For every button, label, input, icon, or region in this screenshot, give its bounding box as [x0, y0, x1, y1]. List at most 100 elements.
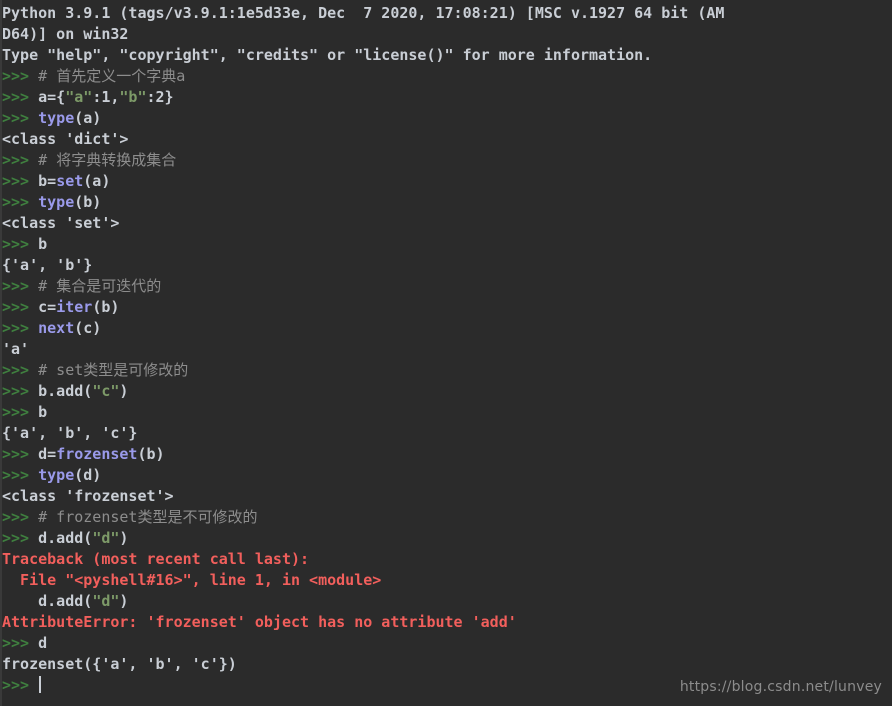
token-prompt: >>> [2, 109, 30, 127]
token-prompt: >>> [2, 466, 30, 484]
shell-line-out-frozenval: frozenset({'a', 'b', 'c'}) [2, 654, 892, 675]
token-plain: (a) [83, 172, 111, 190]
token-prompt: >>> [2, 403, 30, 421]
token-plain: b.add( [29, 382, 93, 400]
python-idle-shell-window[interactable]: Python 3.9.1 (tags/v3.9.1:1e5d33e, Dec 7… [0, 0, 892, 706]
token-prompt: >>> [2, 529, 30, 547]
shell-line-out-set: <class 'set'> [2, 213, 892, 234]
token-comment-cjk: 类型是不可修改的 [137, 508, 258, 526]
token-error: Traceback (most recent call last): [2, 550, 310, 568]
shell-line-out-dict: <class 'dict'> [2, 129, 892, 150]
shell-line-banner-3: Type "help", "copyright", "credits" or "… [2, 45, 892, 66]
token-error: File "<pyshell#16>", line 1, in <module> [2, 571, 382, 589]
token-builtin: type [38, 109, 75, 127]
token-plain: a={ [29, 88, 66, 106]
token-comment: # frozenset [38, 508, 138, 526]
shell-output-area[interactable]: Python 3.9.1 (tags/v3.9.1:1e5d33e, Dec 7… [0, 0, 892, 696]
token-string: "d" [92, 529, 120, 547]
shell-line-err-message: AttributeError: 'frozenset' object has n… [2, 612, 892, 633]
token-plain: <class 'dict'> [2, 130, 129, 148]
token-plain: frozenset({'a', 'b', 'c'}) [2, 655, 237, 673]
shell-line-in-type-a: >>> type(a) [2, 108, 892, 129]
token-prompt: >>> [2, 361, 30, 379]
token-builtin: frozenset [56, 445, 138, 463]
token-string: "b" [119, 88, 147, 106]
shell-line-in-badd: >>> b.add("c") [2, 381, 892, 402]
shell-line-banner-2: D64)] on win32 [2, 24, 892, 45]
watermark-text: https://blog.csdn.net/lunvey [679, 679, 882, 695]
token-plain: 'a' [2, 340, 30, 358]
shell-line-in-iter: >>> c=iter(b) [2, 297, 892, 318]
token-plain: (c) [74, 319, 102, 337]
token-plain: (b) [74, 193, 102, 211]
token-plain: Type "help", "copyright", "credits" or "… [2, 46, 653, 64]
token-prompt: >>> [2, 319, 30, 337]
token-plain: ) [119, 382, 129, 400]
shell-line-out-abc: {'a', 'b', 'c'} [2, 423, 892, 444]
shell-line-in-comment-4: >>> # set类型是可修改的 [2, 360, 892, 381]
token-plain: :2} [146, 88, 174, 106]
token-plain: b= [29, 172, 57, 190]
shell-line-err-source: d.add("d") [2, 591, 892, 612]
shell-line-in-comment-5: >>> # frozenset类型是不可修改的 [2, 507, 892, 528]
token-prompt: >>> [2, 277, 30, 295]
token-comment-cjk: 首先定义一个字典a [56, 67, 186, 85]
token-prompt: >>> [2, 172, 30, 190]
token-prompt: >>> [2, 151, 30, 169]
shell-line-in-comment-3: >>> # 集合是可迭代的 [2, 276, 892, 297]
token-plain: b [29, 403, 48, 421]
token-prompt: >>> [2, 67, 30, 85]
token-prompt: >>> [2, 88, 30, 106]
token-comment: # set [38, 361, 84, 379]
shell-line-in-type-d: >>> type(d) [2, 465, 892, 486]
shell-line-out-frozen: <class 'frozenset'> [2, 486, 892, 507]
token-plain: d [29, 634, 48, 652]
token-prompt: >>> [2, 634, 30, 652]
token-plain: (d) [74, 466, 102, 484]
token-prompt: >>> [2, 676, 30, 694]
token-prompt: >>> [2, 235, 30, 253]
window-left-edge [0, 0, 2, 706]
token-plain: Python 3.9.1 (tags/v3.9.1:1e5d33e, Dec 7… [2, 4, 725, 22]
shell-line-in-bset: >>> b=set(a) [2, 171, 892, 192]
token-builtin: iter [56, 298, 93, 316]
token-comment: # [38, 67, 57, 85]
token-builtin: set [56, 172, 84, 190]
token-plain: c= [29, 298, 57, 316]
token-builtin: next [38, 319, 75, 337]
token-plain: D64)] on win32 [2, 25, 129, 43]
token-prompt: >>> [2, 382, 30, 400]
token-comment: # [38, 151, 57, 169]
shell-line-out-ab: {'a', 'b'} [2, 255, 892, 276]
token-plain: d.add( [2, 592, 93, 610]
token-comment: # [38, 277, 57, 295]
shell-line-out-a: 'a' [2, 339, 892, 360]
token-comment-cjk: 集合是可迭代的 [56, 277, 162, 295]
token-prompt: >>> [2, 508, 30, 526]
token-plain: ) [119, 529, 129, 547]
shell-line-in-frozen: >>> d=frozenset(b) [2, 444, 892, 465]
token-plain: (b) [137, 445, 165, 463]
shell-line-in-next: >>> next(c) [2, 318, 892, 339]
token-plain: b [29, 235, 48, 253]
shell-line-err-file: File "<pyshell#16>", line 1, in <module> [2, 570, 892, 591]
token-builtin: type [38, 466, 75, 484]
token-plain: d.add( [29, 529, 93, 547]
token-plain: {'a', 'b'} [2, 256, 93, 274]
shell-line-in-b-2: >>> b [2, 402, 892, 423]
token-string: "c" [92, 382, 120, 400]
shell-line-in-comment-2: >>> # 将字典转换成集合 [2, 150, 892, 171]
token-string: "a" [65, 88, 93, 106]
shell-line-in-dadd: >>> d.add("d") [2, 528, 892, 549]
token-plain: <class 'frozenset'> [2, 487, 174, 505]
